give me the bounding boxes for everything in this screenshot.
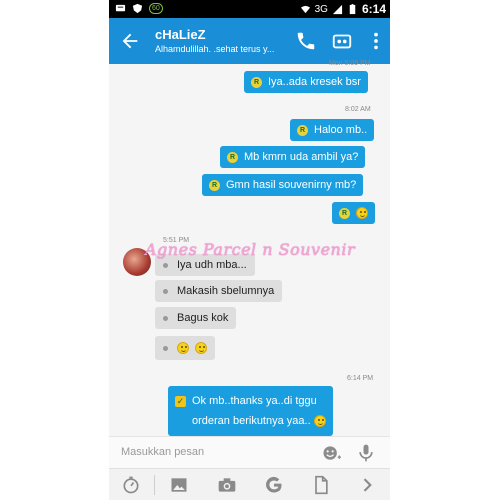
add-emoji-icon[interactable]: [321, 443, 341, 463]
outgoing-message[interactable]: R Iya..ada kresek bsr: [244, 71, 368, 93]
grin-emoji-icon: [177, 342, 189, 355]
incoming-message[interactable]: [155, 336, 216, 360]
outgoing-message[interactable]: R: [332, 202, 375, 224]
incoming-message[interactable]: Bagus kok: [155, 307, 237, 329]
contact-name[interactable]: cHaLieZ: [155, 27, 206, 42]
outgoing-message[interactable]: R Haloo mb..: [290, 119, 375, 141]
attachment-toolbar: [109, 468, 390, 500]
read-indicator-icon: [163, 345, 168, 351]
check-icon: ✓: [175, 395, 186, 407]
camera-icon[interactable]: [217, 475, 237, 495]
contact-status: Alhamdulillah. .sehat terus y...: [155, 44, 275, 54]
back-arrow-icon[interactable]: [119, 30, 141, 52]
chevron-right-icon[interactable]: [357, 475, 377, 495]
timer-icon[interactable]: [121, 475, 141, 495]
timestamp: 8:02 AM: [345, 106, 371, 113]
microphone-icon[interactable]: [356, 443, 376, 463]
gallery-icon[interactable]: [169, 475, 189, 495]
battery-saver-badge: 60: [149, 3, 163, 14]
google-icon[interactable]: [264, 475, 284, 495]
outgoing-message[interactable]: R Mb kmrn uda ambil ya?: [220, 146, 366, 168]
smiley-emoji-icon: [313, 415, 326, 428]
read-indicator-icon: [163, 262, 168, 268]
timestamp: Mon 5:09 PM: [329, 60, 371, 67]
outgoing-message[interactable]: ✓ Ok mb..thanks ya..di tggu orderan berik…: [168, 386, 333, 436]
message-composer: Masukkan pesan: [109, 436, 390, 468]
network-type: 3G: [314, 3, 328, 15]
shield-icon: [132, 3, 143, 14]
more-vert-icon[interactable]: [365, 30, 387, 52]
bbm-r-icon: R: [339, 207, 350, 219]
read-indicator-icon: [163, 288, 168, 294]
incoming-message[interactable]: Makasih sbelumnya: [155, 280, 283, 302]
notification-icon: [115, 4, 126, 12]
smiley-emoji-icon: [195, 342, 208, 355]
outgoing-message[interactable]: R Gmn hasil souvenirny mb?: [202, 174, 364, 196]
smiley-emoji-icon: [356, 207, 368, 220]
message-list[interactable]: Mon 5:09 PM R Iya..ada kresek bsr 8:02 AM…: [109, 60, 390, 436]
phone-screen: 60 3G 6:14 cHaLieZ Alhamdulillah. .sehat…: [109, 0, 390, 500]
bbm-r-icon: R: [251, 76, 262, 88]
bbm-r-icon: R: [209, 179, 220, 191]
timestamp: 6:14 PM: [347, 375, 374, 382]
phone-icon[interactable]: [295, 30, 317, 52]
bbm-r-icon: R: [297, 124, 308, 136]
wifi-icon: [300, 5, 310, 13]
status-bar: 60 3G 6:14: [109, 0, 390, 18]
signal-icon: [332, 4, 343, 14]
message-input[interactable]: Masukkan pesan: [121, 446, 204, 458]
watermark-text: Agnes Parcel n Souvenir: [145, 240, 356, 259]
file-icon[interactable]: [311, 475, 331, 495]
voice-chat-icon[interactable]: [331, 30, 353, 52]
toolbar-divider: [154, 475, 155, 495]
chat-header: cHaLieZ Alhamdulillah. .sehat terus y...: [109, 18, 390, 64]
clock: 6:14: [361, 2, 386, 16]
read-indicator-icon: [163, 315, 168, 321]
battery-icon: [349, 3, 356, 14]
bbm-r-icon: R: [227, 151, 238, 163]
